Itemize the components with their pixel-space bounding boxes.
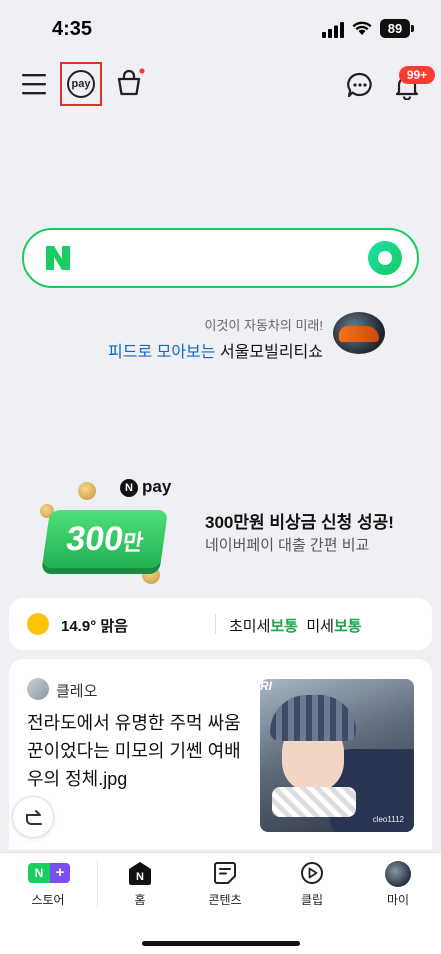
status-time: 4:35	[52, 18, 93, 40]
home-indicator	[142, 941, 300, 946]
ad-title[interactable]: 300만원 비상금 신청 성공!	[205, 508, 394, 533]
fine-dust-label: 초미세	[229, 618, 271, 635]
cellular-signal-icon	[322, 22, 344, 38]
store-n-mark: N	[28, 863, 50, 883]
pay-icon: pay	[67, 70, 95, 98]
battery-tip	[411, 25, 414, 32]
share-button[interactable]	[12, 796, 54, 838]
feed-card[interactable]: 클레오 전라도에서 유명한 주먹 싸움꾼이었다는 미모의 기쎈 여배우의 정체.…	[9, 659, 432, 849]
notification-count-badge: 99+	[399, 66, 435, 84]
share-arrow-icon	[26, 810, 42, 825]
nav-store[interactable]: N + 스토어	[13, 861, 83, 911]
promo-highlight: 피드로 모아보는	[108, 344, 216, 361]
coin-icon	[78, 482, 96, 500]
dust-label: 미세	[306, 618, 334, 635]
shopping-bag-icon[interactable]	[115, 68, 145, 98]
bottom-nav: N + 스토어 N 홈 콘텐츠 클립 마이	[0, 852, 441, 954]
pay-button[interactable]: pay	[60, 62, 102, 106]
nav-contents[interactable]: 콘텐츠	[190, 861, 260, 911]
sun-icon	[27, 613, 49, 635]
car-thumbnail[interactable]	[333, 312, 385, 354]
nav-label-home: 홈	[134, 893, 146, 907]
contents-icon	[214, 862, 236, 884]
thumbnail-watermark: cleo1112	[372, 815, 404, 824]
nav-label-contents: 콘텐츠	[208, 893, 242, 907]
ad-amount-number: 300	[63, 520, 126, 558]
nav-clip[interactable]: 클립	[277, 861, 347, 911]
author-name[interactable]: 클레오	[56, 680, 97, 701]
temperature-condition: 14.9° 맑음	[61, 618, 128, 635]
chat-bubble-icon[interactable]	[346, 71, 374, 99]
dust-value: 보통	[333, 618, 362, 635]
nav-label-my: 마이	[386, 893, 410, 907]
store-icon: N +	[28, 863, 70, 883]
thumbnail-hat	[270, 695, 356, 741]
nav-divider	[97, 861, 98, 907]
battery-level: 89	[380, 19, 410, 38]
feed-thumbnail[interactable]: RI cleo1112	[260, 679, 414, 832]
car-image	[339, 326, 379, 342]
thumbnail-caption: RI	[260, 679, 272, 693]
home-n-mark: N	[136, 871, 144, 883]
fine-dust-value: 보통	[270, 618, 299, 635]
weather-card[interactable]: 14.9° 맑음 초미세보통 미세보통	[9, 598, 432, 650]
hamburger-menu-icon[interactable]	[22, 72, 46, 96]
promo-subtitle: 이것이 자동차의 미래!	[204, 318, 323, 333]
ad-amount-unit: 만	[120, 530, 145, 555]
feed-title[interactable]: 전라도에서 유명한 주먹 싸움꾼이었다는 미모의 기쎈 여배우의 정체.jpg	[27, 709, 249, 793]
nav-my[interactable]: 마이	[363, 861, 433, 911]
profile-avatar	[385, 861, 411, 887]
store-plus-mark: +	[50, 863, 70, 883]
weather-divider	[215, 614, 216, 634]
author-avatar[interactable]	[27, 678, 49, 700]
thumbnail-scarf	[272, 787, 356, 817]
coin-icon	[142, 566, 160, 584]
green-dot-button[interactable]	[368, 241, 402, 275]
home-icon: N	[129, 862, 151, 885]
npay-n-icon: N	[120, 479, 138, 497]
promo-main-text: 서울모빌리티쇼	[219, 344, 323, 361]
promo-link[interactable]: 피드로 모아보는 서울모빌리티쇼	[108, 338, 323, 362]
clip-play-icon	[301, 862, 323, 884]
status-bar: 4:35 89	[0, 0, 441, 58]
nav-label-store: 스토어	[31, 893, 65, 907]
300-man-banner: 300만	[41, 510, 169, 568]
nav-home[interactable]: N 홈	[105, 861, 175, 911]
npay-text: pay	[142, 477, 172, 496]
naver-logo-icon	[46, 246, 70, 270]
ad-subtitle[interactable]: 네이버페이 대출 간편 비교	[205, 534, 369, 555]
nav-label-clip: 클립	[300, 893, 324, 907]
npay-logo: N pay	[120, 477, 180, 498]
air-quality: 초미세보통 미세보통	[229, 615, 362, 636]
wifi-icon	[352, 21, 372, 35]
search-bar[interactable]	[22, 228, 419, 288]
